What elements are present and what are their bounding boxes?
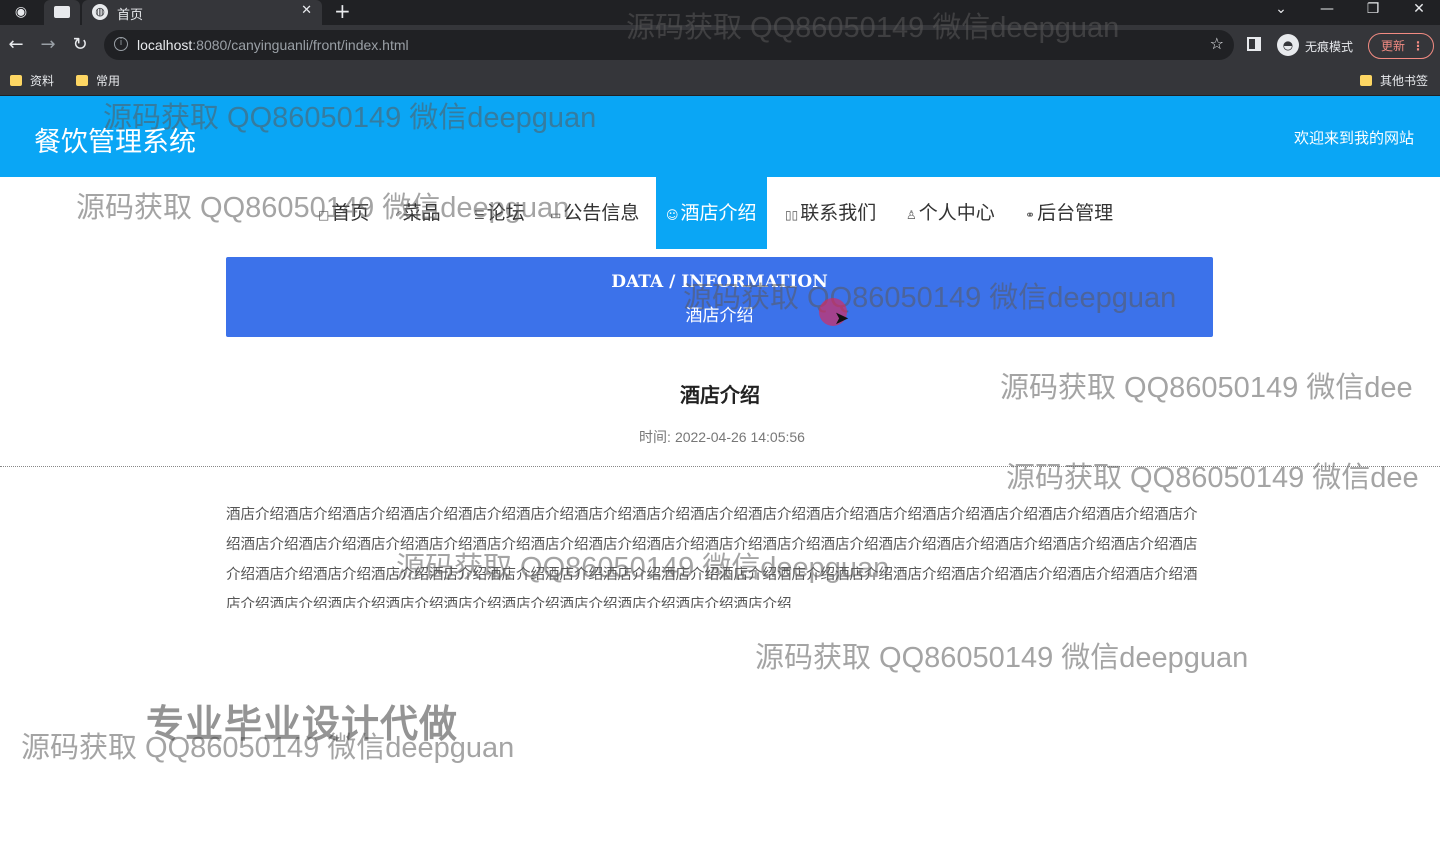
forward-button[interactable]: → <box>37 34 59 56</box>
url-text: localhost:8080/canyinguanli/front/index.… <box>137 37 409 53</box>
tab-home[interactable]: ◍ 首页 ✕ <box>82 0 322 25</box>
bookmarks-bar: 资料 常用 其他书签 <box>0 65 1440 96</box>
nav-item-contact[interactable]: ▯▯ 联系我们 <box>785 177 876 249</box>
folder-icon <box>1360 75 1372 86</box>
info-icon[interactable]: i <box>114 37 128 51</box>
nav-item-admin[interactable]: ⚭ 后台管理 <box>1025 177 1113 249</box>
hotel-icon: ☺ <box>666 208 679 222</box>
nav-item-hotel[interactable]: ☺ 酒店介绍 <box>656 177 767 249</box>
watermark: 源码获取 QQ86050149 微信deepguan <box>626 12 1120 44</box>
side-panel-icon[interactable] <box>1247 37 1261 51</box>
user-icon: ♙ <box>906 208 917 222</box>
tab-search-icon[interactable]: ◉ <box>12 3 30 21</box>
watermark: 源码获取 QQ86050149 微信deepguan <box>396 552 890 584</box>
window-icon <box>54 6 70 18</box>
cursor-icon: ➤ <box>834 308 850 329</box>
globe-icon: ◍ <box>92 4 108 20</box>
restore-button[interactable]: ❐ <box>1350 0 1396 25</box>
nav-item-profile[interactable]: ♙ 个人中心 <box>906 177 995 249</box>
update-button[interactable]: 更新 ⋮ <box>1368 33 1434 59</box>
back-button[interactable]: ← <box>5 34 27 56</box>
folder-icon <box>10 75 22 86</box>
watermark: 源码获取 QQ86050149 微信deepguan <box>103 102 597 134</box>
contact-icon: ▯▯ <box>785 208 799 222</box>
tab-title: 首页 <box>117 7 144 22</box>
watermark: 源码获取 QQ86050149 微信dee <box>1006 462 1419 494</box>
incognito-icon[interactable]: ◓ <box>1277 34 1299 56</box>
watermark-big: 专业毕业设计代做 <box>146 702 459 746</box>
chevron-down-icon[interactable]: ⌄ <box>1258 0 1304 25</box>
watermark: 源码获取 QQ86050149 微信deepguan <box>76 192 570 224</box>
bookmark-star-icon[interactable]: ☆ <box>1210 34 1224 53</box>
bookmark-folder[interactable]: 资料 <box>10 72 54 89</box>
close-window-button[interactable]: ✕ <box>1396 0 1440 25</box>
minimize-button[interactable]: — <box>1304 0 1350 25</box>
watermark: 源码获取 QQ86050149 微信deepguan <box>683 282 1177 314</box>
other-bookmarks[interactable]: 其他书签 <box>1360 72 1428 89</box>
watermark: 源码获取 QQ86050149 微信deepguan <box>755 642 1249 674</box>
bookmark-folder[interactable]: 常用 <box>76 72 120 89</box>
new-tab-button[interactable]: + <box>334 0 351 23</box>
watermark: 源码获取 QQ86050149 微信dee <box>1000 372 1413 404</box>
incognito-label: 无痕模式 <box>1305 40 1354 54</box>
link-icon: ⚭ <box>1025 208 1036 222</box>
menu-dots-icon: ⋮ <box>1412 39 1424 53</box>
folder-icon <box>76 75 88 86</box>
pinned-tab[interactable] <box>44 0 80 25</box>
welcome-text: 欢迎来到我的网站 <box>1293 129 1414 147</box>
article-time: 时间: 2022-04-26 14:05:56 <box>639 429 805 445</box>
reload-button[interactable]: ↻ <box>69 34 91 56</box>
close-tab-icon[interactable]: ✕ <box>301 3 312 18</box>
